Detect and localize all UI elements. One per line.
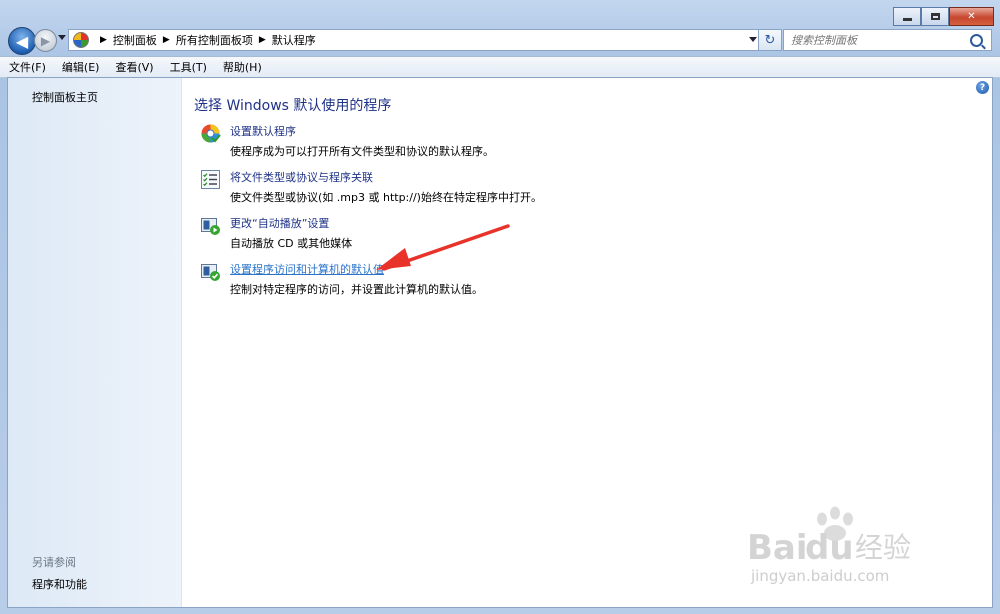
arrow-right-icon: ▶ <box>40 33 51 48</box>
refresh-button[interactable]: ↻ <box>758 29 782 51</box>
set-default-programs-link[interactable]: 设置默认程序 <box>230 123 296 139</box>
recent-pages-dropdown[interactable] <box>58 35 66 40</box>
baidu-jingyan-watermark-logo: Bai du 经验 jingyan.baidu.com <box>747 506 911 585</box>
menu-bar: 文件(F) 编辑(E) 查看(V) 工具(T) 帮助(H) <box>0 56 1000 78</box>
close-button[interactable]: ✕ <box>949 7 994 26</box>
svg-text:Bai: Bai <box>747 528 808 568</box>
control-panel-home-link[interactable]: 控制面板主页 <box>32 89 98 105</box>
breadcrumb-control-panel[interactable]: 控制面板 <box>113 32 157 48</box>
svg-text:经验: 经验 <box>855 531 911 564</box>
content-area: 控制面板主页 另请参阅 程序和功能 ? 选择 Windows 默认使用的程序 设… <box>7 77 993 608</box>
programs-and-features-link[interactable]: 程序和功能 <box>32 576 87 592</box>
address-bar[interactable]: ▶ 控制面板 ▶ 所有控制面板项 ▶ 默认程序 <box>68 29 762 51</box>
refresh-icon: ↻ <box>764 32 776 48</box>
see-also-label: 另请参阅 <box>32 556 76 569</box>
forward-button[interactable]: ▶ <box>34 29 57 52</box>
menu-view[interactable]: 查看(V) <box>108 59 160 75</box>
menu-edit[interactable]: 编辑(E) <box>55 59 107 75</box>
navigation-row: ◀ ▶ ▶ 控制面板 ▶ 所有控制面板项 ▶ 默认程序 ↻ <box>8 27 992 55</box>
page-title: 选择 Windows 默认使用的程序 <box>194 98 392 114</box>
explorer-window: ✕ ◀ ▶ ▶ 控制面板 ▶ 所有控制面板项 ▶ 默认程序 ↻ 文件(F) 编辑… <box>0 0 1000 614</box>
change-autoplay-link[interactable]: 更改“自动播放”设置 <box>230 215 329 231</box>
help-icon[interactable]: ? <box>976 81 989 94</box>
search-icon[interactable] <box>970 33 983 47</box>
breadcrumb-default-programs[interactable]: 默认程序 <box>272 32 316 48</box>
caption-buttons: ✕ <box>893 7 994 26</box>
arrow-left-icon: ◀ <box>15 31 29 51</box>
svg-text:du: du <box>805 528 854 568</box>
program-access-icon <box>201 264 220 281</box>
menu-tools[interactable]: 工具(T) <box>163 59 214 75</box>
minimize-button[interactable] <box>893 7 921 26</box>
chevron-right-icon[interactable]: ▶ <box>259 35 266 45</box>
maximize-button[interactable] <box>921 7 949 26</box>
search-box[interactable] <box>783 29 992 51</box>
program-access-defaults-link[interactable]: 设置程序访问和计算机的默认值 <box>230 261 384 277</box>
task-description: 使文件类型或协议(如 .mp3 或 http://)始终在特定程序中打开。 <box>230 191 542 204</box>
autoplay-icon <box>201 218 220 235</box>
breadcrumb-all-items[interactable]: 所有控制面板项 <box>176 32 253 48</box>
address-dropdown-icon[interactable] <box>749 37 757 42</box>
file-association-icon <box>201 170 220 189</box>
search-input[interactable] <box>784 32 970 48</box>
control-panel-icon <box>73 32 89 48</box>
menu-help[interactable]: 帮助(H) <box>216 59 269 75</box>
back-button[interactable]: ◀ <box>8 27 36 55</box>
task-description: 使程序成为可以打开所有文件类型和协议的默认程序。 <box>230 145 494 158</box>
associate-file-type-link[interactable]: 将文件类型或协议与程序关联 <box>230 169 373 185</box>
svg-text:jingyan.baidu.com: jingyan.baidu.com <box>750 567 889 585</box>
task-description: 自动播放 CD 或其他媒体 <box>230 237 353 250</box>
task-description: 控制对特定程序的访问，并设置此计算机的默认值。 <box>230 283 483 296</box>
chevron-right-icon[interactable]: ▶ <box>100 35 107 45</box>
chevron-right-icon[interactable]: ▶ <box>163 35 170 45</box>
menu-file[interactable]: 文件(F) <box>2 59 53 75</box>
default-programs-icon <box>201 124 221 143</box>
sidebar: 控制面板主页 另请参阅 程序和功能 <box>8 78 182 607</box>
